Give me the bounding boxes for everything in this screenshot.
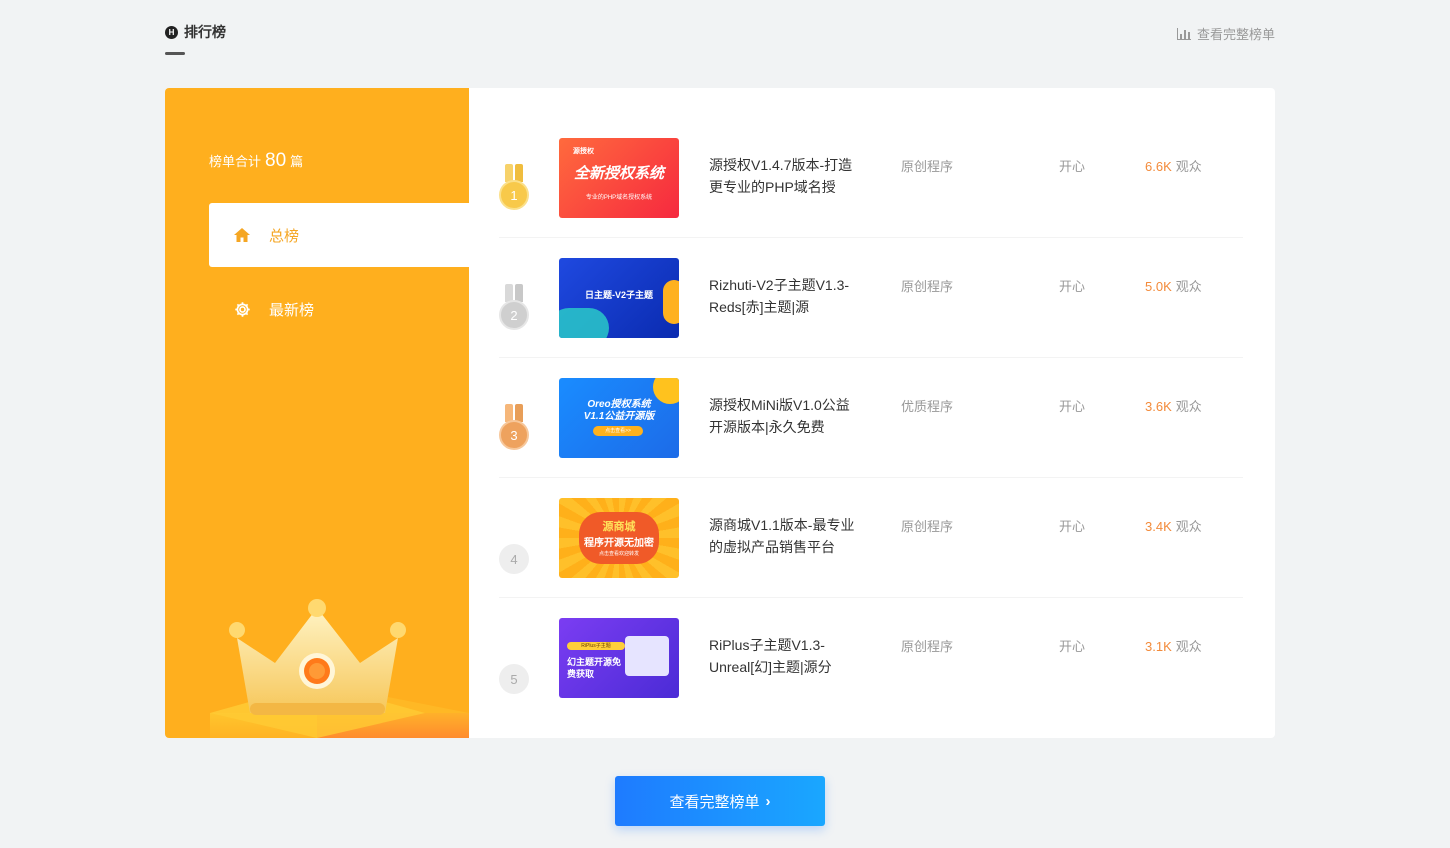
list-item: 5 RiPlus子主题 幻主题开源免 费获取 RiPlus子主题V1.3-Unre… [499,598,1243,718]
item-author[interactable]: 开心 [1059,396,1085,415]
views-label: 观众 [1175,639,1202,654]
views-label: 观众 [1175,279,1202,294]
gear-icon [233,300,251,318]
silver-medal-icon: 2 [499,300,529,330]
item-thumbnail[interactable]: 日主题-V2子主题 [559,258,679,338]
rank-circle: 5 [499,664,529,694]
view-full-ranking-label: 查看完整榜单 [1196,27,1275,42]
chevron-right-icon: › [765,792,771,810]
item-title[interactable]: 源授权V1.4.7版本-打造更专业的PHP域名授 [709,154,859,198]
rank-number: 4 [510,551,518,567]
ranking-total: 榜单合计 80 篇 [209,150,303,172]
views-count: 3.4K [1145,519,1172,534]
thumb-title: 全新授权系统 [573,165,664,182]
thumb-button: 点击查看欢迎转发 [598,551,639,557]
bar-chart-icon [1176,27,1191,40]
total-prefix: 榜单合计 [209,154,262,169]
item-category[interactable]: 原创程序 [901,516,953,535]
item-category[interactable]: 原创程序 [901,156,953,175]
thumb-title: 源商城 [602,521,636,533]
thumb-button: 点击查看>> [593,426,643,436]
list-item: 1 源授权 全新授权系统 专业的PHP域名授权系统 源授权V1.4.7版本-打造… [499,118,1243,238]
item-views: 5.0K 观众 [1145,276,1202,295]
thumb-title: 日主题-V2子主题 [584,290,653,300]
section-title: H 排行榜 [165,22,226,42]
rank-circle: 4 [499,544,529,574]
item-thumbnail[interactable]: Oreo授权系统 V1.1公益开源版 点击查看>> [559,378,679,458]
gold-medal-icon: 1 [499,180,529,210]
item-author[interactable]: 开心 [1059,516,1085,535]
item-views: 3.6K 观众 [1145,396,1202,415]
thumb-subtitle: 专业的PHP域名授权系统 [585,195,653,201]
section-header: H 排行榜 查看完整榜单 [165,22,1275,58]
rank-number: 1 [510,187,518,203]
thumb-title-2: V1.1公益开源版 [583,411,655,422]
item-author[interactable]: 开心 [1059,276,1085,295]
item-views: 3.1K 观众 [1145,636,1202,655]
item-thumbnail[interactable]: RiPlus子主题 幻主题开源免 费获取 [559,618,679,698]
item-author[interactable]: 开心 [1059,156,1085,175]
views-count: 3.1K [1145,639,1172,654]
thumb-tag: RiPlus子主题 [567,642,625,650]
list-item: 2 日主题-V2子主题 Rizhuti-V2子主题V1.3-Reds[赤]主题|… [499,238,1243,358]
bronze-medal-icon: 3 [499,420,529,450]
view-full-ranking-button[interactable]: 查看完整榜单 › [615,776,825,826]
tab-latest-label: 最新榜 [269,301,315,319]
ranking-list: 1 源授权 全新授权系统 专业的PHP域名授权系统 源授权V1.4.7版本-打造… [499,118,1243,718]
total-count: 80 [265,150,287,171]
h-icon: H [165,25,178,39]
ranking-panel: 榜单合计 80 篇 总榜 最新榜 1 源授权 全新授权系统 专业的PHP域名授权… [165,88,1275,738]
thumb-title: 幻主题开源免 费获取 [567,656,637,680]
item-category[interactable]: 原创程序 [901,636,953,655]
views-count: 5.0K [1145,279,1172,294]
rank-badge: 4 [499,524,529,574]
rank-badge: 5 [499,644,529,694]
item-title[interactable]: 源授权MiNi版V1.0公益开源版本|永久免费 [709,394,859,438]
views-label: 观众 [1175,399,1202,414]
thumb-title-line2: 费获取 [567,669,595,679]
item-thumbnail[interactable]: 源授权 全新授权系统 专业的PHP域名授权系统 [559,138,679,218]
item-thumbnail[interactable]: 源商城 程序开源无加密 点击查看欢迎转发 [559,498,679,578]
tab-latest[interactable]: 最新榜 [209,277,469,341]
views-count: 6.6K [1145,159,1172,174]
rank-badge: 3 [499,404,529,454]
home-icon [233,226,251,244]
item-title[interactable]: 源商城V1.1版本-最专业的虚拟产品销售平台 [709,514,859,558]
view-full-ranking-link[interactable]: 查看完整榜单 [1176,24,1275,43]
thumb-title-line1: 幻主题开源免 [567,657,622,667]
tab-overall[interactable]: 总榜 [209,203,469,267]
crown-illustration [165,498,469,738]
thumb-title-2: 程序开源无加密 [584,538,654,549]
views-label: 观众 [1175,159,1202,174]
thumb-shape [663,280,679,324]
ranking-sidebar: 榜单合计 80 篇 总榜 最新榜 [165,88,469,738]
thumb-top-text: 源授权 [573,148,594,155]
view-full-ranking-button-label: 查看完整榜单 [669,793,760,811]
item-category[interactable]: 原创程序 [901,276,953,295]
rank-number: 2 [510,307,518,323]
tab-overall-label: 总榜 [269,227,300,245]
item-author[interactable]: 开心 [1059,636,1085,655]
item-category[interactable]: 优质程序 [901,396,953,415]
item-title[interactable]: RiPlus子主题V1.3-Unreal[幻]主题|源分 [709,634,859,678]
rank-number: 5 [510,671,518,687]
rank-badge: 2 [499,284,529,334]
item-title[interactable]: Rizhuti-V2子主题V1.3-Reds[赤]主题|源 [709,274,859,318]
list-item: 3 Oreo授权系统 V1.1公益开源版 点击查看>> 源授权MiNi版V1.0… [499,358,1243,478]
title-underline [165,52,185,55]
views-label: 观众 [1175,519,1202,534]
rank-number: 3 [510,427,518,443]
list-item: 4 源商城 程序开源无加密 点击查看欢迎转发 源商城V1.1版本-最专业的虚拟产… [499,478,1243,598]
thumb-shape [559,308,609,338]
rank-badge: 1 [499,164,529,214]
item-views: 3.4K 观众 [1145,516,1202,535]
section-title-text: 排行榜 [184,24,226,40]
total-suffix: 篇 [290,154,304,169]
item-views: 6.6K 观众 [1145,156,1202,175]
views-count: 3.6K [1145,399,1172,414]
